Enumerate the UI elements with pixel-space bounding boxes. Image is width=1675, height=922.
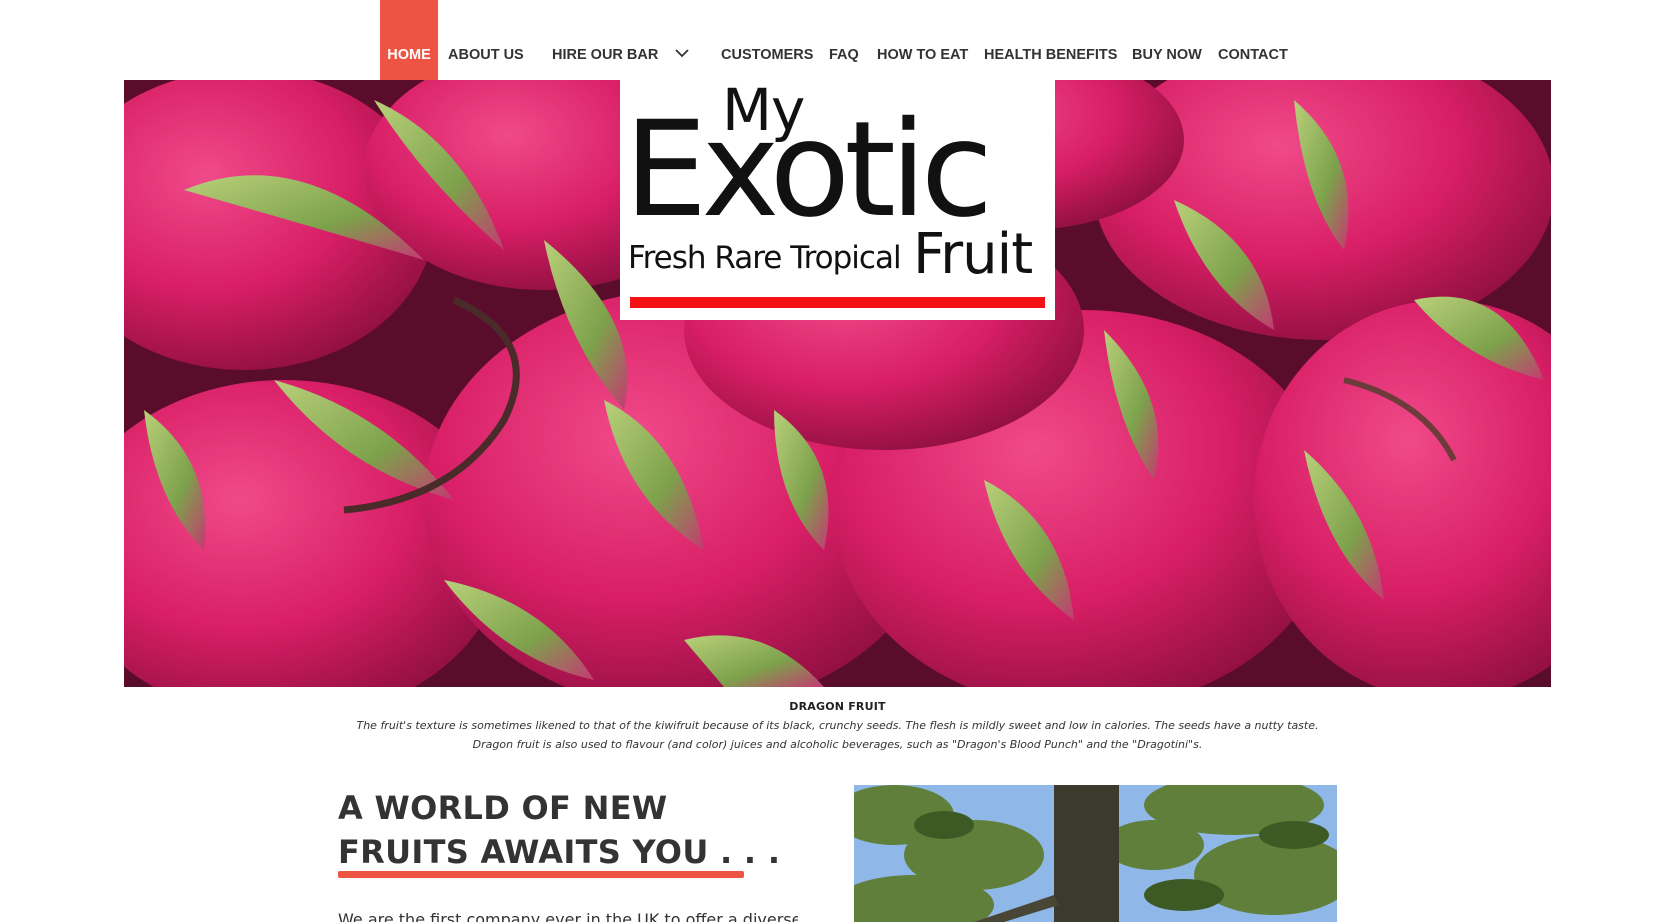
logo-tagline: Fresh Rare Tropical [628, 240, 902, 276]
logo-fruit-text: Fruit [913, 222, 1033, 287]
caption-line-1: The fruit's texture is sometimes likened… [356, 719, 1319, 732]
main-nav: HOME ABOUT US HIRE OUR BAR CUSTOMERS FAQ… [0, 0, 1675, 80]
nav-how-to-eat[interactable]: HOW TO EAT [877, 0, 968, 80]
caption-line-2: Dragon fruit is also used to flavour (an… [472, 738, 1203, 751]
heading-underline [338, 871, 744, 878]
chevron-down-icon[interactable] [674, 45, 690, 61]
hero-caption: DRAGON FRUIT The fruit's texture is some… [0, 700, 1675, 751]
nav-faq[interactable]: FAQ [829, 0, 859, 80]
nav-buy-now[interactable]: BUY NOW [1132, 0, 1202, 80]
site-logo[interactable]: My Exotic Fresh Rare Tropical Fruit [620, 76, 1055, 320]
heading-line-2: FRUITS AWAITS YOU . . . [338, 833, 781, 871]
tree-image [854, 785, 1337, 922]
nav-contact[interactable]: CONTACT [1218, 0, 1288, 80]
nav-hire-our-bar[interactable]: HIRE OUR BAR [552, 0, 658, 80]
nav-about-us[interactable]: ABOUT US [448, 0, 524, 80]
nav-customers[interactable]: CUSTOMERS [721, 0, 813, 80]
nav-health-benefits[interactable]: HEALTH BENEFITS [984, 0, 1117, 80]
logo-exotic-text: Exotic [624, 93, 993, 247]
caption-title: DRAGON FRUIT [789, 700, 886, 713]
section-heading: A WORLD OF NEW FRUITS AWAITS YOU . . . [338, 786, 798, 874]
nav-home[interactable]: HOME [380, 0, 438, 80]
heading-line-1: A WORLD OF NEW [338, 789, 668, 827]
intro-text: We are the first company ever in the UK … [338, 910, 798, 922]
logo-underline [630, 297, 1045, 308]
